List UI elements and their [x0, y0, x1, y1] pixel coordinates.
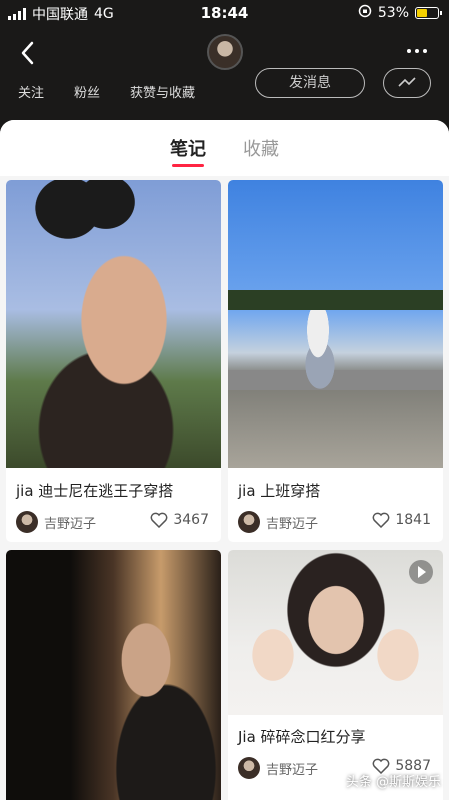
note-title: Jia 碎碎念口红分享	[238, 728, 366, 746]
note-card[interactable]: jia 上班穿搭 吉野迈子 1841	[228, 180, 443, 542]
heart-icon	[372, 512, 390, 528]
tab-bar: 笔记 收藏	[0, 120, 449, 176]
author-name: 吉野迈子	[266, 762, 319, 778]
tab-notes[interactable]: 笔记	[170, 135, 206, 161]
note-title: jia 迪士尼在逃王子穿搭	[16, 482, 174, 500]
like-count: 3467	[173, 512, 209, 528]
like-button[interactable]: 1841	[372, 512, 431, 528]
back-button[interactable]	[14, 38, 44, 68]
heart-icon	[150, 512, 168, 528]
likes-collections-label[interactable]: 获赞与收藏	[130, 82, 195, 101]
note-photo	[6, 550, 221, 800]
note-photo	[228, 180, 443, 468]
battery-icon	[415, 7, 442, 19]
author-avatar	[238, 757, 260, 779]
author-name: 吉野迈子	[44, 516, 97, 532]
content-sheet: 笔记 收藏 jia 迪士尼在逃王子穿搭 吉野迈子 3467 jia 上班穿搭 吉…	[0, 120, 449, 800]
status-bar: 中国联通 4G 18:44 53%	[0, 0, 449, 26]
profile-header: 关注 粉丝 获赞与收藏 发消息	[0, 26, 449, 122]
note-author[interactable]: 吉野迈子	[238, 511, 318, 533]
switch-account-icon	[398, 77, 416, 87]
back-icon	[21, 41, 34, 65]
message-button[interactable]: 发消息	[255, 68, 365, 98]
followers-label[interactable]: 粉丝	[74, 82, 100, 101]
author-name: 吉野迈子	[266, 516, 319, 532]
note-photo	[6, 180, 221, 468]
switch-account-button[interactable]	[383, 68, 431, 98]
video-play-icon	[409, 560, 433, 584]
avatar[interactable]	[207, 34, 243, 70]
watermark: 头条 @斯斯娱乐	[345, 775, 441, 790]
like-count: 1841	[395, 512, 431, 528]
battery-percent: 53%	[377, 5, 409, 21]
following-label[interactable]: 关注	[18, 82, 44, 101]
note-card[interactable]: jia 迪士尼在逃王子穿搭 吉野迈子 3467	[6, 180, 221, 542]
like-button[interactable]: 3467	[150, 512, 209, 528]
more-button[interactable]	[407, 38, 433, 64]
active-tab-indicator	[172, 164, 204, 167]
tab-collections[interactable]: 收藏	[243, 135, 279, 161]
author-avatar	[16, 511, 38, 533]
rotation-lock-icon	[358, 4, 372, 22]
note-author[interactable]: 吉野迈子	[238, 757, 318, 779]
note-card[interactable]: Jia 碎碎念口红分享 吉野迈子 5887	[228, 550, 443, 800]
author-avatar	[238, 511, 260, 533]
note-title: jia 上班穿搭	[238, 482, 321, 500]
more-icon	[407, 49, 411, 53]
note-author[interactable]: 吉野迈子	[16, 511, 96, 533]
note-card[interactable]	[6, 550, 221, 800]
